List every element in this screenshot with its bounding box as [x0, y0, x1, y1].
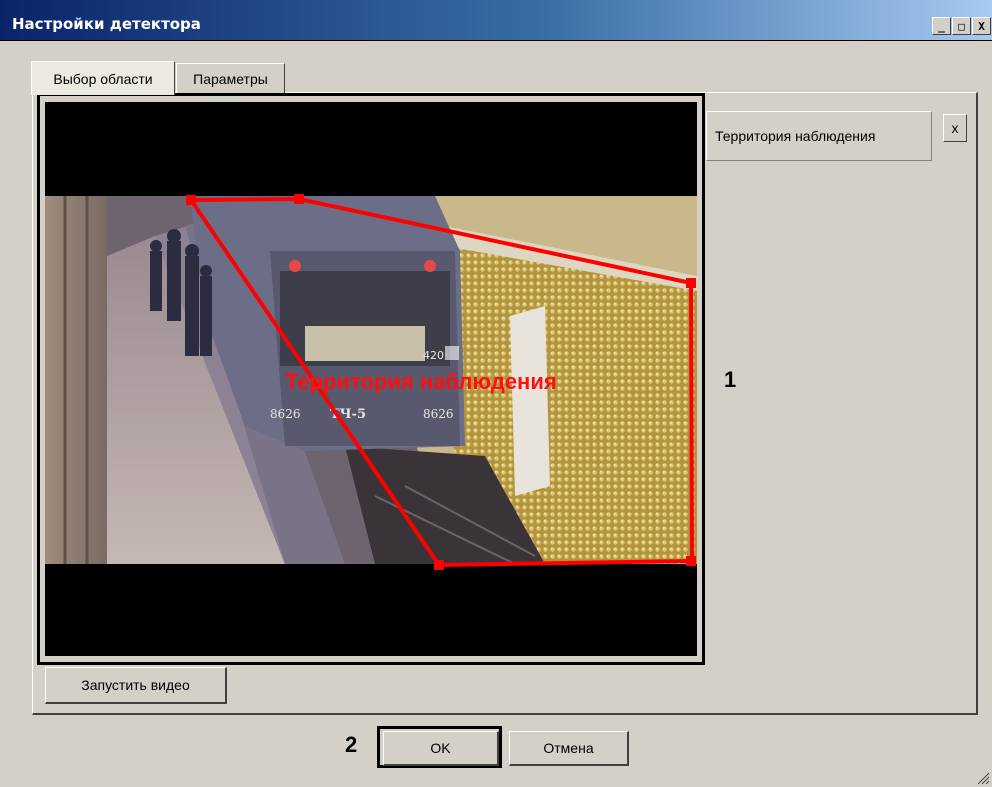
zone-vertex-handle[interactable]	[294, 194, 304, 204]
zone-name-label: Территория наблюдения	[285, 369, 557, 394]
close-button[interactable]: X	[972, 17, 991, 35]
callout-1: 1	[724, 367, 737, 392]
zone-vertex-handle[interactable]	[686, 278, 696, 288]
video-preview[interactable]: 8626 ТЧ-5 8626 420 Территория наблюдения	[45, 102, 697, 656]
zone-vertex-handle[interactable]	[686, 556, 696, 566]
cancel-button[interactable]: Отмена	[509, 731, 629, 766]
zone-vertex-handle[interactable]	[434, 560, 444, 570]
callout-2: 2	[345, 732, 358, 757]
remove-zone-button[interactable]: x	[943, 114, 967, 142]
resize-grip-icon[interactable]	[976, 771, 990, 785]
minimize-button[interactable]: _	[932, 17, 951, 35]
title-bar: Настройки детектора _ □ X	[0, 0, 992, 41]
zone-list-item[interactable]: Территория наблюдения	[706, 111, 932, 161]
zone-vertex-handle[interactable]	[186, 195, 196, 205]
tab-area-selection[interactable]: Выбор области	[31, 61, 175, 95]
tab-parameters[interactable]: Параметры	[176, 63, 285, 93]
start-video-button[interactable]: Запустить видео	[45, 667, 227, 704]
surveillance-zone-overlay[interactable]: Территория наблюдения	[45, 102, 697, 656]
ok-button[interactable]: OK	[383, 731, 499, 766]
maximize-button[interactable]: □	[952, 17, 971, 35]
window-title: Настройки детектора	[12, 15, 201, 33]
